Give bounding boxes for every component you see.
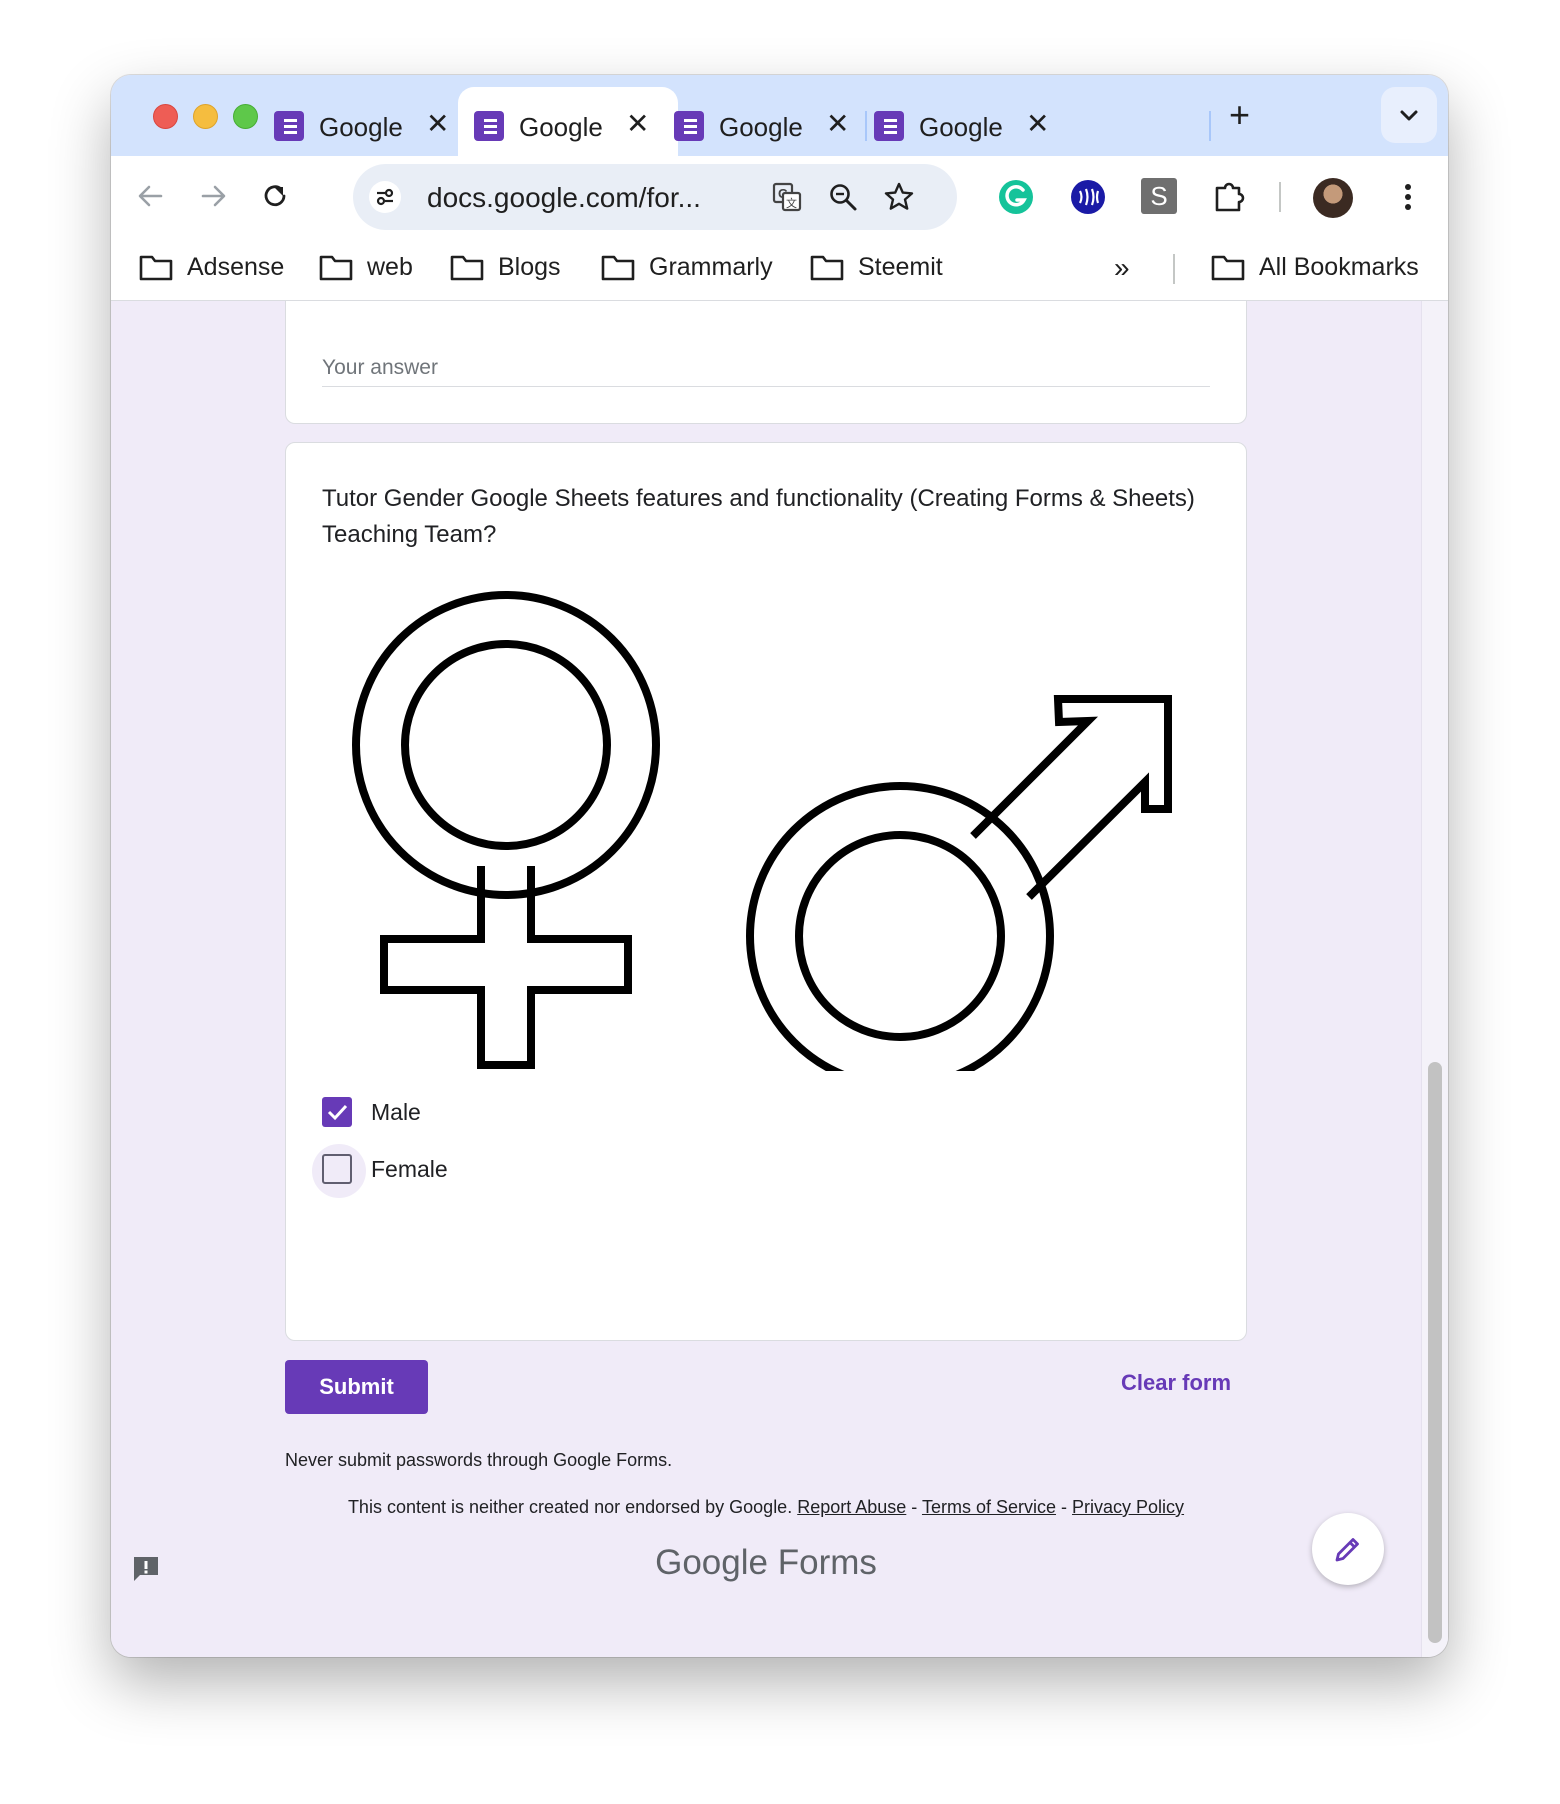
checkbox-unchecked[interactable] bbox=[312, 1144, 366, 1198]
folder-icon bbox=[450, 255, 484, 281]
option-label: Male bbox=[371, 1098, 421, 1125]
close-icon[interactable]: ✕ bbox=[1026, 109, 1049, 139]
tab-title: Google bbox=[519, 112, 603, 142]
bookmark-label: Blogs bbox=[498, 252, 561, 281]
all-bookmarks-folder[interactable]: All Bookmarks bbox=[1211, 250, 1419, 284]
bookmark-label: Steemit bbox=[858, 252, 943, 281]
option-male[interactable]: Male bbox=[322, 1095, 421, 1129]
tab-2-active[interactable]: Google ✕ bbox=[458, 87, 678, 156]
option-female[interactable]: Female bbox=[312, 1144, 448, 1198]
feedback-icon[interactable] bbox=[131, 1554, 161, 1584]
bookmarks-bar: Adsense web Blogs Grammarly Steemit » Al… bbox=[111, 236, 1448, 301]
tab-title: Google bbox=[319, 112, 403, 142]
link-separator: - bbox=[906, 1497, 922, 1517]
maximize-window-button[interactable] bbox=[233, 104, 258, 129]
browser-toolbar: docs.google.com/for... G 文 S bbox=[111, 156, 1448, 236]
toolbar-separator bbox=[1279, 182, 1281, 212]
tab-3[interactable]: Google ✕ bbox=[658, 87, 878, 156]
disclaimer-text: This content is neither created nor endo… bbox=[347, 1497, 793, 1517]
logo-google: Google bbox=[655, 1543, 768, 1582]
google-forms-icon bbox=[874, 111, 904, 141]
question-card: Tutor Gender Google Sheets features and … bbox=[285, 442, 1247, 1341]
folder-icon bbox=[601, 255, 635, 281]
s-extension-icon[interactable]: S bbox=[1141, 178, 1177, 214]
logo-forms: Forms bbox=[777, 1543, 877, 1582]
profile-avatar[interactable] bbox=[1313, 178, 1353, 218]
browser-window: Google ✕ Google ✕ Google ✕ Google ✕ + do… bbox=[111, 75, 1448, 1657]
bookmark-folder-blogs[interactable]: Blogs bbox=[450, 250, 561, 284]
link-separator: - bbox=[1056, 1497, 1073, 1517]
privacy-policy-link[interactable]: Privacy Policy bbox=[1072, 1497, 1184, 1517]
folder-icon bbox=[319, 255, 353, 281]
folder-icon bbox=[1211, 255, 1245, 281]
extensions-puzzle-icon[interactable] bbox=[1211, 178, 1249, 216]
checkbox-checked[interactable] bbox=[322, 1097, 352, 1127]
gender-symbols-image bbox=[352, 591, 1172, 1071]
google-forms-icon bbox=[274, 111, 304, 141]
checkmark-icon bbox=[327, 1104, 348, 1121]
bookmarks-separator bbox=[1173, 254, 1175, 284]
chevron-down-icon bbox=[1400, 110, 1418, 121]
footer-disclaimer: This content is neither created nor endo… bbox=[111, 1497, 1421, 1518]
tab-4[interactable]: Google ✕ bbox=[858, 87, 1078, 156]
male-symbol-icon bbox=[746, 695, 1172, 1071]
translate-icon[interactable]: G 文 bbox=[771, 181, 803, 213]
google-forms-logo[interactable]: Google Forms bbox=[111, 1543, 1421, 1583]
pencil-icon bbox=[1335, 1538, 1359, 1562]
grammarly-extension-icon[interactable] bbox=[997, 178, 1035, 216]
bookmark-label: All Bookmarks bbox=[1259, 252, 1419, 281]
more-bookmarks-chevron-icon[interactable]: » bbox=[1114, 252, 1130, 284]
focus-halo bbox=[312, 1144, 366, 1198]
minimize-window-button[interactable] bbox=[193, 104, 218, 129]
tab-title: Google bbox=[919, 112, 1003, 142]
url-text[interactable]: docs.google.com/for... bbox=[427, 182, 701, 214]
site-settings-icon[interactable] bbox=[369, 181, 401, 213]
folder-icon bbox=[139, 255, 173, 281]
option-label: Female bbox=[371, 1155, 448, 1182]
clear-form-button[interactable]: Clear form bbox=[1121, 1370, 1231, 1396]
back-arrow-icon[interactable] bbox=[131, 176, 171, 216]
steemit-extension-icon[interactable] bbox=[1069, 178, 1107, 216]
terms-of-service-link[interactable]: Terms of Service bbox=[922, 1497, 1056, 1517]
tab-search-button[interactable] bbox=[1381, 87, 1437, 143]
tab-1[interactable]: Google ✕ bbox=[258, 87, 478, 156]
bookmark-folder-steemit[interactable]: Steemit bbox=[810, 250, 943, 284]
bookmark-label: Adsense bbox=[187, 252, 285, 281]
question-title: Tutor Gender Google Sheets features and … bbox=[322, 485, 1195, 548]
report-abuse-link[interactable]: Report Abuse bbox=[797, 1497, 906, 1517]
google-forms-icon bbox=[474, 111, 504, 141]
bookmark-folder-adsense[interactable]: Adsense bbox=[139, 250, 284, 284]
tab-title: Google bbox=[719, 112, 803, 142]
bookmark-label: web bbox=[367, 252, 413, 281]
bookmark-label: Grammarly bbox=[649, 252, 773, 281]
kebab-menu-icon[interactable] bbox=[1389, 178, 1427, 216]
bookmark-star-icon[interactable] bbox=[883, 181, 915, 213]
tab-strip: Google ✕ Google ✕ Google ✕ Google ✕ + bbox=[111, 75, 1448, 156]
form-page: Tutor Gender Google Sheets features and … bbox=[111, 301, 1448, 1657]
close-icon[interactable]: ✕ bbox=[826, 109, 849, 139]
previous-question-card bbox=[285, 301, 1247, 424]
bookmark-folder-grammarly[interactable]: Grammarly bbox=[601, 250, 773, 284]
tab-separator bbox=[1209, 111, 1211, 141]
close-icon[interactable]: ✕ bbox=[426, 109, 449, 139]
close-window-button[interactable] bbox=[153, 104, 178, 129]
short-answer-input[interactable] bbox=[322, 349, 1210, 387]
submit-button[interactable]: Submit bbox=[285, 1360, 428, 1414]
folder-icon bbox=[810, 255, 844, 281]
new-tab-button[interactable]: + bbox=[1229, 95, 1250, 135]
google-forms-icon bbox=[674, 111, 704, 141]
reload-icon[interactable] bbox=[255, 176, 295, 216]
password-warning: Never submit passwords through Google Fo… bbox=[285, 1450, 673, 1470]
svg-text:文: 文 bbox=[786, 196, 797, 210]
female-symbol-icon bbox=[352, 591, 660, 1069]
address-bar[interactable]: docs.google.com/for... G 文 bbox=[353, 164, 957, 230]
edit-form-button[interactable] bbox=[1312, 1513, 1384, 1585]
zoom-icon[interactable] bbox=[827, 181, 859, 213]
forward-arrow-icon[interactable] bbox=[193, 176, 233, 216]
close-icon[interactable]: ✕ bbox=[626, 109, 649, 139]
bookmark-folder-web[interactable]: web bbox=[319, 250, 413, 284]
scrollbar-thumb[interactable] bbox=[1428, 1062, 1442, 1643]
